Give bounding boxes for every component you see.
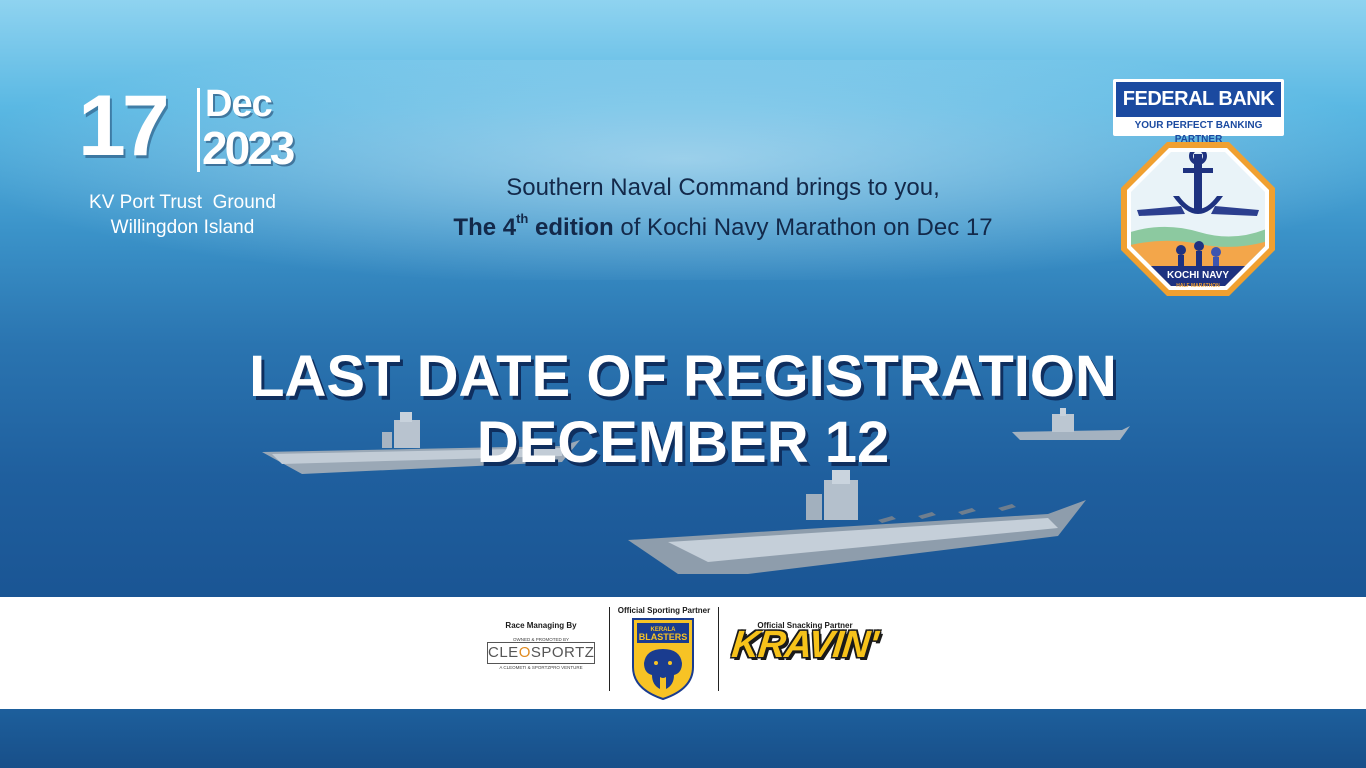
sporting-partner-caption: Official Sporting Partner <box>617 606 711 615</box>
aircraft-carrier-main <box>628 470 1086 574</box>
managing-partner-sub: A CLEOMETI & SPORTZPRO VENTURE <box>499 665 583 670</box>
partner-divider-1 <box>609 607 610 691</box>
partner-divider-2 <box>718 607 719 691</box>
date-separator <box>197 88 200 172</box>
venue-line-1: KV Port Trust Ground <box>89 192 276 213</box>
marathon-banner: 17 Dec 2023 KV Port Trust Ground Willing… <box>0 0 1366 768</box>
logo-text-kochi-navy: KOCHI NAVY <box>1167 270 1229 281</box>
venue-line-2: Willingdon Island <box>110 217 255 238</box>
intro-line-2: The 4th edition of Kochi Navy Marathon o… <box>330 208 1116 248</box>
sponsor-name: FEDERAL BANK <box>1116 82 1281 117</box>
partner-strip: Race Managing By OWNED & PROMOTED BY CLE… <box>0 597 1366 709</box>
edition-number: The 4 <box>453 214 517 241</box>
intro-line-1: Southern Naval Command brings to you, <box>506 174 940 201</box>
managing-partner-caption: Race Managing By <box>505 621 577 630</box>
blasters-text-blasters: BLASTERS <box>639 632 688 642</box>
sponsor-tagline: YOUR PERFECT BANKING PARTNER <box>1134 120 1263 145</box>
logo-text-half-marathon: HALF MARATHON <box>1176 283 1220 289</box>
edition-suffix: th <box>516 211 529 226</box>
deadline-line-2: DECEMBER 12 <box>476 410 890 475</box>
federal-bank-logo: FEDERAL BANK YOUR PERFECT BANKING PARTNE… <box>1113 79 1284 145</box>
cleo-sportz-wordmark: CLEOSPORTZ <box>488 644 595 661</box>
kerala-blasters-crest: KERALA BLASTERS <box>632 618 694 701</box>
deadline-line-1: LAST DATE OF REGISTRATION <box>249 344 1117 409</box>
sea-bottom-band <box>0 709 1366 768</box>
cleo-sportz-logo: CLEOSPORTZ <box>487 642 595 664</box>
event-year: 2023 <box>202 122 295 174</box>
edition-word: edition <box>528 214 614 241</box>
kravin-logo: KRAVIN' <box>729 624 880 666</box>
event-day: 17 <box>78 78 170 174</box>
registration-deadline: LAST DATE OF REGISTRATION DECEMBER 12 <box>150 344 1216 476</box>
event-venue: KV Port Trust Ground Willingdon Island <box>60 190 305 240</box>
intro-text: Southern Naval Command brings to you, Th… <box>330 168 1116 248</box>
intro-line-2-rest: of Kochi Navy Marathon on Dec 17 <box>613 214 993 241</box>
event-month: Dec <box>205 83 273 125</box>
kochi-navy-marathon-logo: KOCHI NAVY HALF MARATHON <box>1121 142 1275 296</box>
